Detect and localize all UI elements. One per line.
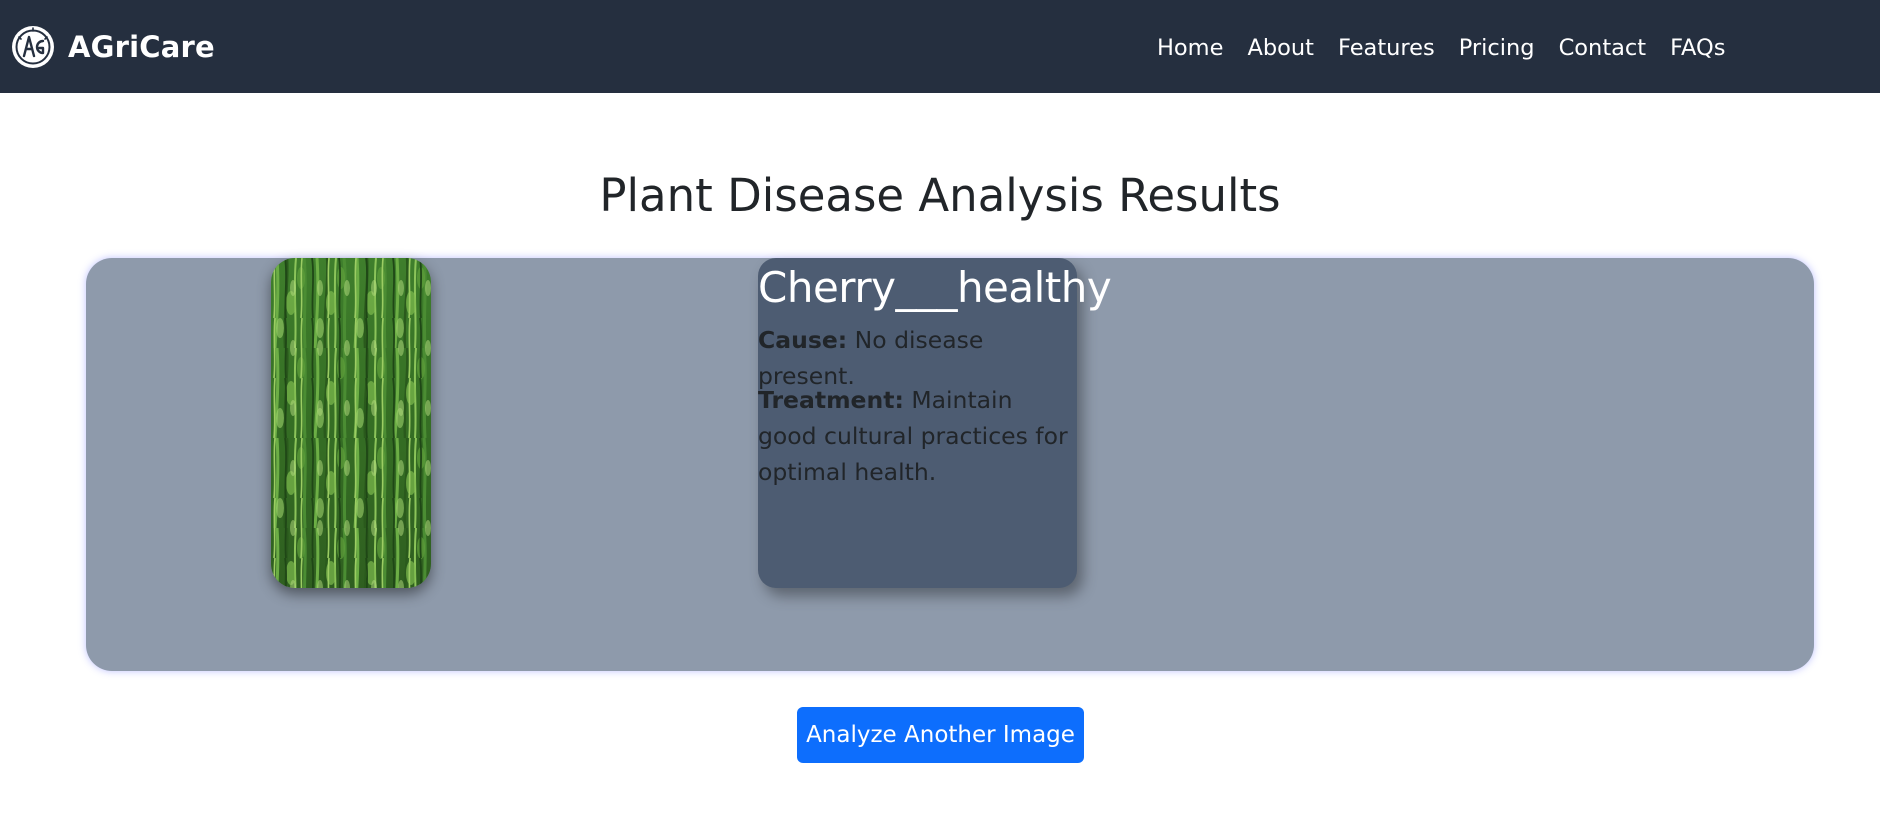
analyze-another-button[interactable]: Analyze Another Image [797, 707, 1084, 763]
nav-link-pricing[interactable]: Pricing [1459, 30, 1535, 66]
cause-label: Cause: [758, 326, 848, 354]
nav-link-features[interactable]: Features [1338, 30, 1435, 66]
treatment-label: Treatment: [758, 386, 904, 414]
plant-leaf-image [271, 258, 431, 588]
disease-name: Cherry___healthy [758, 263, 1112, 312]
brand-name: AGriCare [68, 30, 215, 64]
nav-link-faqs[interactable]: FAQs [1670, 30, 1725, 66]
navbar: AGriCare Home About Features Pricing Con… [0, 0, 1880, 93]
nav-links: Home About Features Pricing Contact FAQs [1157, 30, 1725, 66]
nav-link-contact[interactable]: Contact [1559, 30, 1647, 66]
nav-link-about[interactable]: About [1247, 30, 1314, 66]
page-title: Plant Disease Analysis Results [599, 169, 1281, 222]
treatment-line: Treatment: Maintain good cultural practi… [758, 382, 1070, 490]
nav-link-home[interactable]: Home [1157, 30, 1223, 66]
brand[interactable]: AGriCare [10, 20, 215, 74]
agricare-logo-icon [12, 26, 54, 68]
